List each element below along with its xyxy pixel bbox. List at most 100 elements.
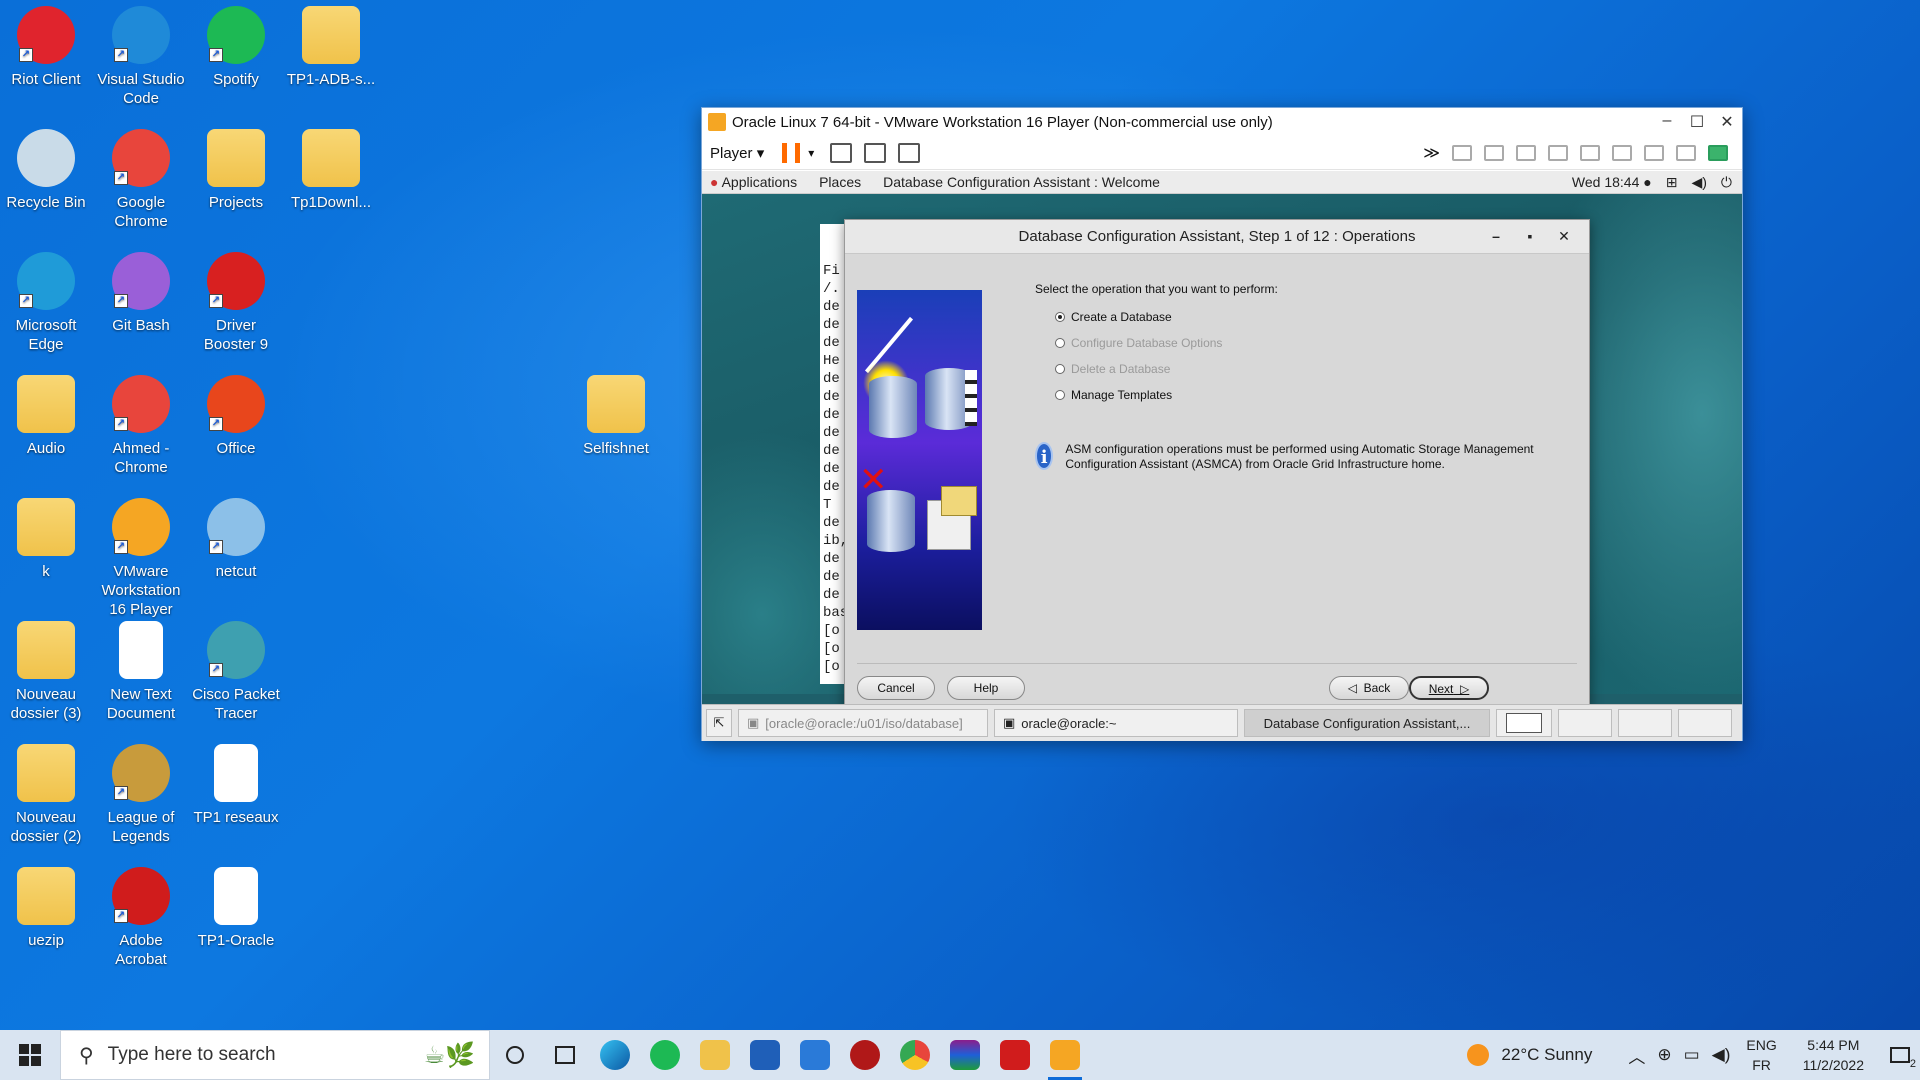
desktop-icon[interactable]: ↗ Cisco Packet Tracer — [190, 621, 282, 723]
volume-icon[interactable]: ◀) — [1691, 174, 1706, 191]
operation-option[interactable]: Create a Database — [1055, 310, 1575, 324]
taskbar-chrome[interactable] — [890, 1030, 940, 1080]
notification-center-icon[interactable]: 2 — [1880, 1040, 1920, 1070]
desktop-icon[interactable]: ↗ VMware Workstation 16 Player — [95, 498, 187, 619]
taskbar-driver-booster[interactable] — [840, 1030, 890, 1080]
vmware-titlebar[interactable]: Oracle Linux 7 64-bit - VMware Workstati… — [702, 108, 1742, 136]
taskbar-acrobat[interactable] — [990, 1030, 1040, 1080]
desktop-icon[interactable]: ↗ Ahmed - Chrome — [95, 375, 187, 477]
desktop-icon[interactable]: New Text Document — [95, 621, 187, 723]
player-menu[interactable]: Player ▾ — [710, 144, 764, 162]
taskbar-file-explorer[interactable] — [690, 1030, 740, 1080]
desktop-icon[interactable]: Audio — [0, 375, 92, 458]
places-menu[interactable]: Places — [819, 174, 861, 190]
dca-minimize-button[interactable]: – — [1479, 228, 1513, 245]
pause-dropdown-icon[interactable]: ▾ — [808, 146, 814, 160]
workspace-1[interactable] — [1496, 709, 1552, 737]
dca-dialog[interactable]: Database Configuration Assistant, Step 1… — [844, 219, 1590, 712]
dca-titlebar[interactable]: Database Configuration Assistant, Step 1… — [845, 220, 1589, 254]
start-button[interactable] — [0, 1030, 60, 1080]
desktop-icon[interactable]: TP1 reseaux — [190, 744, 282, 827]
sound-icon[interactable] — [1580, 144, 1600, 161]
weather-widget[interactable]: 22°C Sunny — [1467, 1044, 1592, 1066]
workspace-4[interactable] — [1678, 709, 1732, 737]
help-button[interactable]: Help — [947, 676, 1025, 700]
pause-icon[interactable] — [782, 142, 801, 163]
desktop-icon[interactable]: TP1-ADB-s... — [285, 6, 377, 89]
message-icon[interactable] — [1708, 144, 1728, 161]
workspace-3[interactable] — [1618, 709, 1672, 737]
back-button[interactable]: ◁ Back — [1329, 676, 1409, 700]
task-view-icon[interactable] — [540, 1030, 590, 1080]
desktop-icon[interactable]: Nouveau dossier (3) — [0, 621, 92, 723]
power-icon[interactable]: ⏻ — [1721, 174, 1732, 191]
gnome-clock[interactable]: Wed 18:44 ● — [1558, 174, 1652, 190]
guest-taskbar-dca[interactable]: Database Configuration Assistant,... — [1244, 709, 1490, 737]
printer-icon[interactable] — [1548, 144, 1568, 161]
usb-icon[interactable] — [1676, 144, 1696, 161]
desktop-icon[interactable]: ↗ Adobe Acrobat — [95, 867, 187, 969]
show-desktop-icon[interactable]: ⇱ — [706, 709, 732, 737]
dca-maximize-button[interactable]: ▪ — [1513, 228, 1547, 245]
operation-option[interactable]: Manage Templates — [1055, 388, 1575, 402]
dca-close-button[interactable]: ✕ — [1547, 228, 1581, 245]
network-status-icon[interactable]: ⊞ — [1666, 174, 1678, 191]
desktop-icon[interactable]: ↗ Git Bash — [95, 252, 187, 335]
globe-icon[interactable]: ⊕ — [1657, 1045, 1671, 1065]
desktop-icon[interactable]: ↗ Spotify — [190, 6, 282, 89]
applications-menu[interactable]: ● Applications — [710, 174, 797, 190]
next-button[interactable]: Next ▷ — [1409, 676, 1489, 700]
network-icon[interactable] — [1516, 144, 1536, 161]
taskbar-store[interactable] — [740, 1030, 790, 1080]
desktop-icon[interactable]: ↗ netcut — [190, 498, 282, 581]
desktop-icon[interactable]: Tp1Downl... — [285, 129, 377, 212]
desktop-icon[interactable]: ↗ Riot Client — [0, 6, 92, 89]
desktop-icon[interactable]: Projects — [190, 129, 282, 212]
taskbar-vmware[interactable] — [1040, 1030, 1090, 1080]
desktop-icon[interactable]: ↗ Google Chrome — [95, 129, 187, 231]
desktop-icon[interactable]: ↗ Driver Booster 9 — [190, 252, 282, 354]
desktop-icon[interactable]: TP1-Oracle — [190, 867, 282, 950]
guest-taskbar-terminal-2[interactable]: ▣ oracle@oracle:~ — [994, 709, 1238, 737]
taskbar-edge[interactable] — [590, 1030, 640, 1080]
speaker-icon[interactable]: ◀) — [1712, 1045, 1731, 1065]
desktop-icon[interactable]: k — [0, 498, 92, 581]
desktop-icon[interactable]: Recycle Bin — [0, 129, 92, 212]
active-window-title[interactable]: Database Configuration Assistant : Welco… — [883, 174, 1160, 190]
taskbar-winrar[interactable] — [940, 1030, 990, 1080]
taskbar-clock[interactable]: 5:44 PM 11/2/2022 — [1803, 1035, 1864, 1075]
taskbar-mail[interactable] — [790, 1030, 840, 1080]
workspace-2[interactable] — [1558, 709, 1612, 737]
cancel-button[interactable]: Cancel — [857, 676, 935, 700]
fullscreen-icon[interactable] — [864, 142, 887, 163]
vmware-window[interactable]: Oracle Linux 7 64-bit - VMware Workstati… — [701, 107, 1743, 741]
battery-icon[interactable]: ▭ — [1684, 1045, 1700, 1065]
radio-button[interactable] — [1055, 390, 1065, 400]
camera-2-icon[interactable] — [1644, 144, 1664, 161]
minimize-button[interactable]: – — [1652, 112, 1682, 132]
desktop-icon[interactable]: ↗ Office — [190, 375, 282, 458]
app-icon — [207, 129, 265, 187]
maximize-button[interactable]: ☐ — [1682, 112, 1712, 132]
tray-chevron-icon[interactable]: ︿ — [1628, 1043, 1645, 1068]
guest-screen[interactable]: ● Applications Places Database Configura… — [702, 171, 1742, 741]
desktop-icon[interactable]: Selfishnet — [570, 375, 662, 458]
guest-taskbar-terminal-1[interactable]: ▣ [oracle@oracle:/u01/iso/database] — [738, 709, 988, 737]
cd-icon[interactable] — [1484, 144, 1504, 161]
taskbar-search[interactable]: ⚲ Type here to search ☕🌿 — [60, 1030, 490, 1080]
send-ctrl-alt-del-icon[interactable] — [830, 142, 853, 163]
language-indicator[interactable]: ENG FR — [1746, 1035, 1776, 1075]
hard-disk-icon[interactable] — [1452, 144, 1472, 161]
taskbar-spotify[interactable] — [640, 1030, 690, 1080]
close-button[interactable]: ✕ — [1712, 112, 1742, 132]
more-devices-icon[interactable]: ≫ — [1423, 143, 1440, 163]
desktop-icon[interactable]: ↗ Visual Studio Code — [95, 6, 187, 108]
radio-button[interactable] — [1055, 312, 1065, 322]
desktop-icon[interactable]: ↗ League of Legends — [95, 744, 187, 846]
cortana-icon[interactable] — [490, 1030, 540, 1080]
desktop-icon[interactable]: uezip — [0, 867, 92, 950]
camera-icon[interactable] — [1612, 144, 1632, 161]
desktop-icon[interactable]: Nouveau dossier (2) — [0, 744, 92, 846]
unity-icon[interactable] — [898, 142, 921, 163]
desktop-icon[interactable]: ↗ Microsoft Edge — [0, 252, 92, 354]
